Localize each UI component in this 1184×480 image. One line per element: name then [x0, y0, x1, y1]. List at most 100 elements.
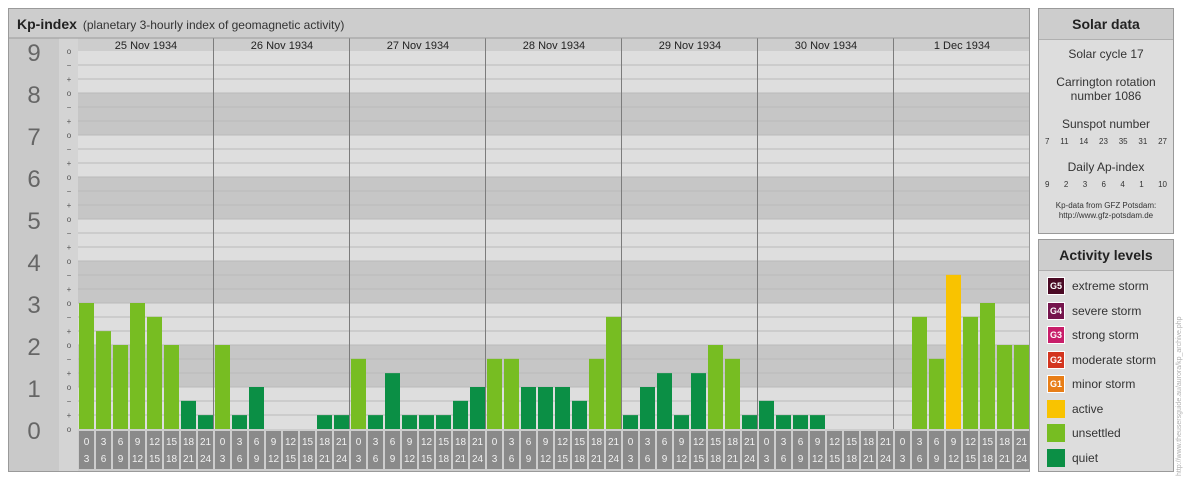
day-label: 26 Nov 1934: [251, 40, 313, 52]
kp-bar: [317, 415, 332, 429]
data-credit: Kp-data from GFZ Potsdam: http://www.gfz…: [1039, 201, 1173, 221]
activity-levels-title: Activity levels: [1039, 240, 1173, 271]
hour-end-label: 3: [628, 454, 634, 465]
y-minor-label: o: [67, 425, 72, 434]
hour-end-label: 24: [472, 454, 484, 465]
hour-end-label: 12: [132, 454, 144, 465]
hour-start-label: 9: [543, 437, 549, 448]
hour-start-label: 12: [421, 437, 433, 448]
hour-start-label: 6: [798, 437, 804, 448]
sunspot-value: 23: [1099, 137, 1108, 146]
hour-start-label: 6: [526, 437, 532, 448]
kp-bar: [572, 400, 587, 429]
kp-bar: [980, 303, 995, 429]
y-minor-label: +: [67, 159, 72, 168]
hour-end-label: 15: [693, 454, 705, 465]
y-tick-label: 8: [27, 82, 40, 109]
hour-end-label: 21: [727, 454, 739, 465]
hour-start-label: 18: [183, 437, 195, 448]
kp-bar: [249, 387, 264, 429]
hour-end-label: 9: [934, 454, 940, 465]
hour-end-label: 21: [863, 454, 875, 465]
hour-end-label: 21: [591, 454, 603, 465]
kp-bar: [929, 358, 944, 429]
y-minor-label: −: [67, 61, 72, 70]
y-tick-label: 1: [27, 376, 40, 403]
kp-bar: [351, 358, 366, 429]
hour-end-label: 24: [336, 454, 348, 465]
kp-bar: [504, 358, 519, 429]
day-label: 25 Nov 1934: [115, 40, 177, 52]
activity-level-item: G1 minor storm: [1047, 375, 1135, 393]
y-tick-label: 2: [27, 334, 40, 361]
kp-bar: [368, 415, 383, 429]
hour-end-label: 18: [302, 454, 314, 465]
hour-end-label: 18: [574, 454, 586, 465]
y-tick-label: 4: [27, 250, 40, 277]
y-minor-label: o: [67, 131, 72, 140]
activity-level-item: G3 strong storm: [1047, 326, 1139, 344]
kp-bar: [555, 387, 570, 429]
activity-level-item: unsettled: [1047, 424, 1121, 442]
hour-start-label: 9: [951, 437, 957, 448]
day-label: 29 Nov 1934: [659, 40, 721, 52]
sunspot-value: 31: [1138, 137, 1148, 146]
hour-end-label: 9: [254, 454, 260, 465]
hour-start-label: 18: [455, 437, 467, 448]
hour-end-label: 15: [965, 454, 977, 465]
activity-level-item: active: [1047, 399, 1103, 418]
y-minor-label: +: [67, 117, 72, 126]
kp-bar: [793, 415, 808, 429]
activity-level-item: quiet: [1047, 448, 1098, 467]
hour-end-label: 9: [390, 454, 396, 465]
hour-start-label: 0: [220, 437, 226, 448]
ap-value: 6: [1101, 180, 1106, 189]
kp-bar: [79, 303, 94, 429]
credit-line-2: http://www.gfz-potsdam.de: [1058, 211, 1154, 220]
hour-end-label: 3: [492, 454, 498, 465]
hour-start-label: 12: [149, 437, 161, 448]
hour-start-label: 6: [118, 437, 124, 448]
band-5: [9, 177, 1029, 219]
ap-values: 9 2 3 6 4 1 10: [1039, 180, 1173, 189]
kp-bar: [538, 387, 553, 429]
hour-start-label: 18: [999, 437, 1011, 448]
ap-value: 9: [1045, 180, 1050, 189]
band-7: [9, 93, 1029, 135]
y-minor-label: −: [67, 313, 72, 322]
solar-cycle: Solar cycle 17: [1068, 47, 1144, 61]
activity-level-label: severe storm: [1072, 303, 1142, 318]
hour-start-label: 12: [693, 437, 705, 448]
hour-end-label: 15: [829, 454, 841, 465]
y-minor-label: −: [67, 187, 72, 196]
hour-end-label: 21: [183, 454, 195, 465]
kp-bar: [674, 415, 689, 429]
kp-bar: [147, 316, 162, 429]
hour-start-label: 21: [608, 437, 620, 448]
hour-start-label: 9: [135, 437, 141, 448]
hour-start-label: 21: [336, 437, 348, 448]
hour-start-label: 3: [237, 437, 243, 448]
hour-end-label: 18: [846, 454, 858, 465]
hour-end-label: 6: [101, 454, 107, 465]
day-label: 28 Nov 1934: [523, 40, 585, 52]
hour-start-label: 18: [727, 437, 739, 448]
hour-start-label: 6: [662, 437, 668, 448]
y-minor-label: +: [67, 243, 72, 252]
hour-start-label: 3: [781, 437, 787, 448]
activity-level-swatch: G1: [1047, 375, 1065, 393]
kp-bar: [164, 345, 179, 429]
hour-end-label: 6: [917, 454, 923, 465]
hour-end-label: 3: [356, 454, 362, 465]
hour-start-label: 0: [356, 437, 362, 448]
activity-level-swatch: G3: [1047, 326, 1065, 344]
sunspot-value: 7: [1045, 137, 1050, 146]
kp-bar: [691, 373, 706, 429]
hour-end-label: 24: [200, 454, 212, 465]
kp-bar: [181, 400, 196, 429]
hour-start-label: 6: [934, 437, 940, 448]
hour-end-label: 18: [982, 454, 994, 465]
watermark: http://www.theusersguide.au/aurora/kp_ar…: [1176, 316, 1183, 476]
hour-end-label: 12: [404, 454, 416, 465]
y-minor-label: o: [67, 89, 72, 98]
